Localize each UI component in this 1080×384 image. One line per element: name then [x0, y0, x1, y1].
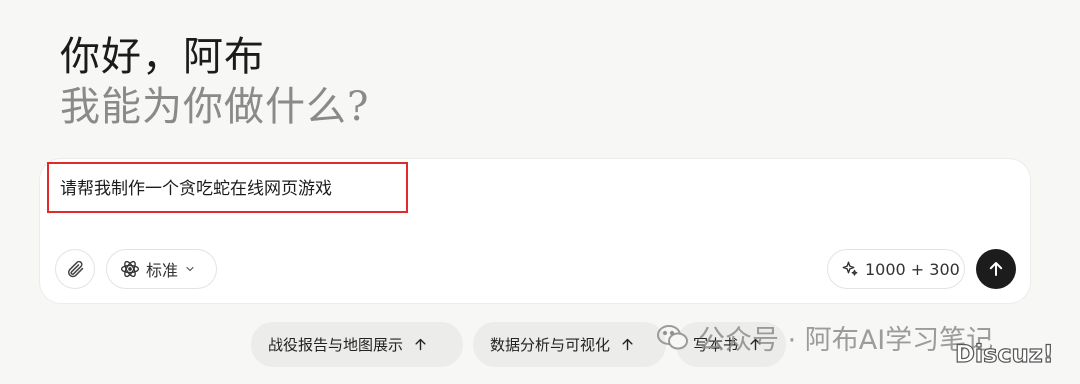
chevron-down-icon: [186, 266, 194, 272]
mode-label: 标准: [146, 261, 179, 280]
suggestion-chip[interactable]: 数据分析与可视化: [473, 322, 666, 367]
suggestion-label: 战役报告与地图展示: [268, 336, 404, 354]
watermark: 公众号 · 阿布AI学习笔记: [656, 318, 993, 357]
arrow-up-icon: [413, 337, 428, 352]
wechat-icon: [656, 323, 690, 353]
atom-icon: [121, 260, 139, 278]
attach-button[interactable]: [55, 249, 95, 289]
greeting-hello: 你好，阿布: [60, 34, 265, 80]
sparkle-icon: [842, 261, 858, 276]
quota-button[interactable]: 1000 + 300: [827, 249, 965, 289]
suggestion-label: 数据分析与可视化: [490, 336, 611, 354]
watermark-text: 公众号 · 阿布AI学习笔记: [698, 325, 994, 356]
greeting: 你好，阿布 我能为你做什么?: [60, 32, 760, 132]
arrow-up-icon: [989, 262, 1003, 276]
send-button[interactable]: [976, 249, 1016, 289]
suggestion-chip[interactable]: 战役报告与地图展示: [251, 322, 463, 367]
discuz-badge: Discuz!: [954, 339, 1054, 368]
arrow-up-icon: [620, 337, 635, 352]
paperclip-icon: [68, 260, 84, 278]
prompt-input-text[interactable]: 请帮我制作一个贪吃蛇在线网页游戏: [60, 177, 332, 201]
mode-selector[interactable]: 标准: [106, 249, 217, 289]
quota-label: 1000 + 300: [865, 259, 960, 279]
greeting-subtitle: 我能为你做什么?: [60, 84, 370, 130]
